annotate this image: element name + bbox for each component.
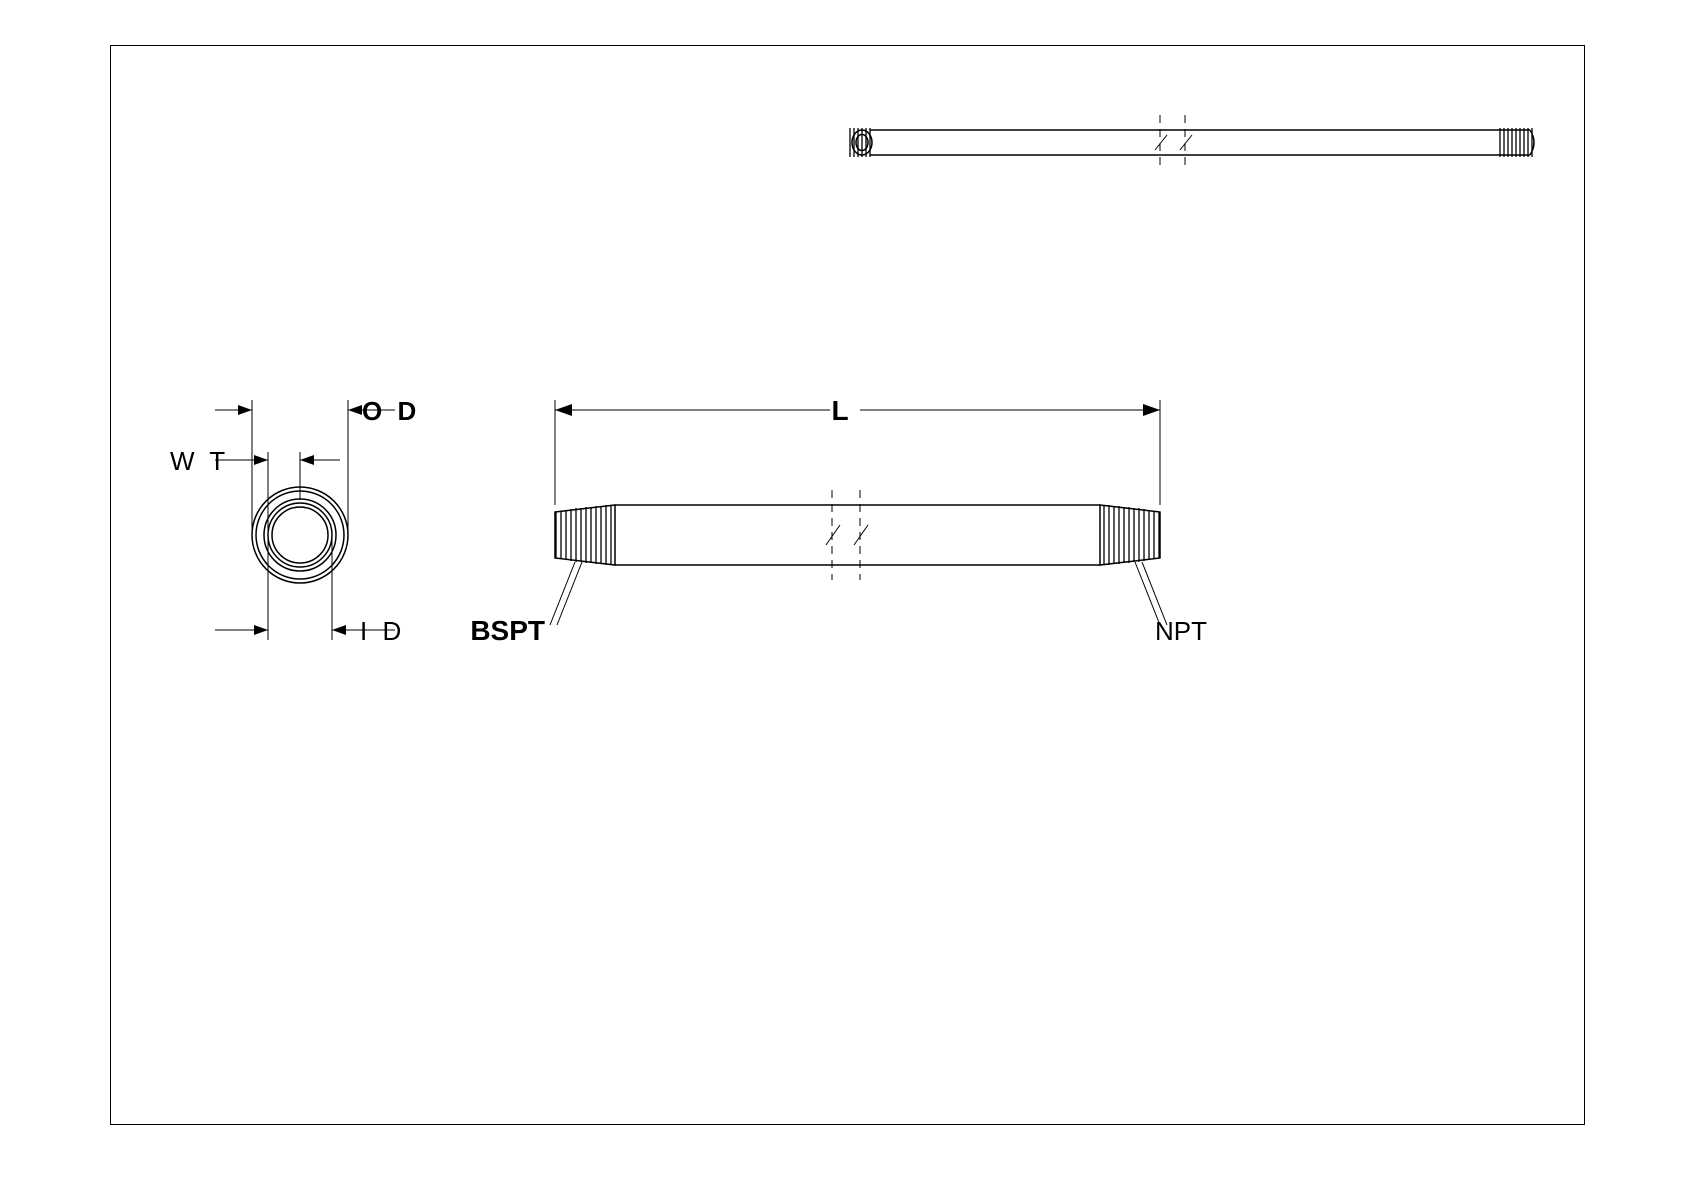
npt-leader: NPT <box>1135 562 1207 646</box>
length-label: L <box>831 395 848 426</box>
end-view <box>252 487 348 583</box>
id-dimension: I D <box>215 535 405 646</box>
side-view-pipe <box>555 490 1160 580</box>
od-label: O D <box>362 396 420 426</box>
wt-label: W T <box>170 446 229 476</box>
technical-drawing: O D W T I D <box>0 0 1684 1190</box>
bspt-label: BSPT <box>470 615 545 646</box>
npt-label: NPT <box>1155 616 1207 646</box>
wt-dimension: W T <box>170 446 340 535</box>
id-label: I D <box>360 616 405 646</box>
length-dimension: L <box>555 395 1160 505</box>
iso-pipe-small <box>850 115 1534 170</box>
bspt-leader: BSPT <box>470 562 582 646</box>
